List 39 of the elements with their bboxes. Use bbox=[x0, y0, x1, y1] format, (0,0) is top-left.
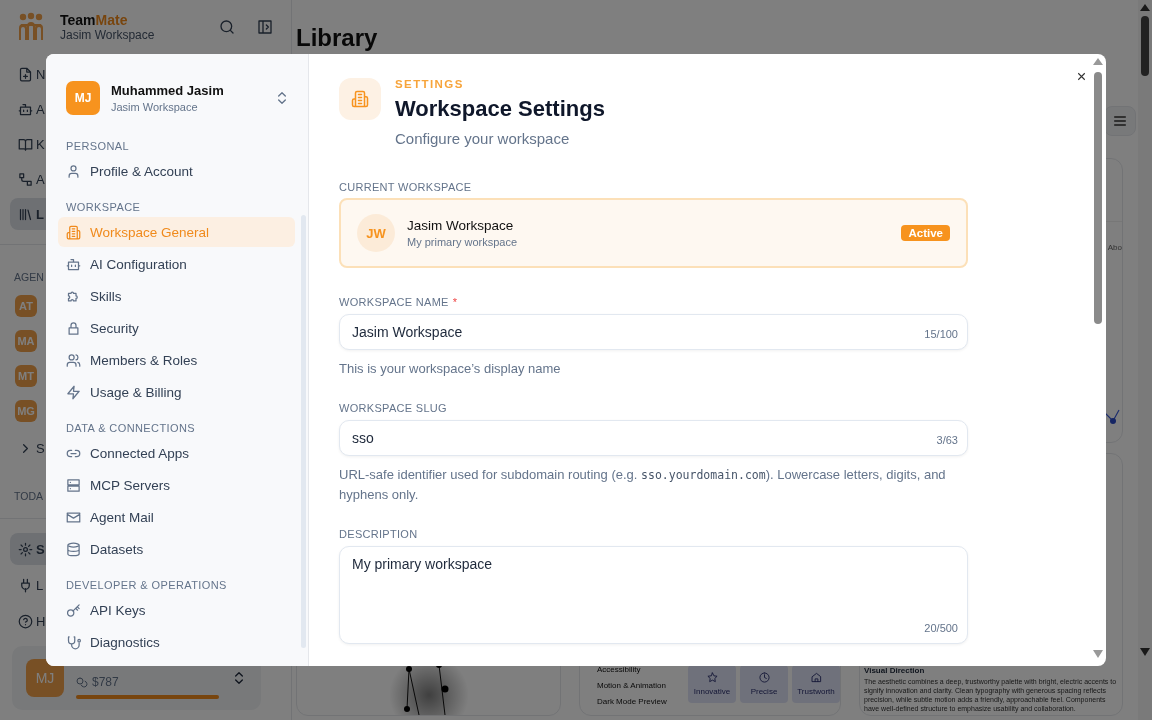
section-heading: TODA bbox=[14, 490, 43, 502]
workspace-name: Jasim Workspace bbox=[407, 218, 515, 233]
section-heading: PERSONAL bbox=[65, 139, 131, 154]
section-heading: WORKSPACE bbox=[65, 200, 142, 215]
character-count: 20/500 bbox=[924, 622, 958, 634]
user-avatar: MJ bbox=[66, 81, 100, 115]
balance: $787 bbox=[92, 675, 119, 689]
help-text: This is your workspace’s display name bbox=[339, 360, 562, 378]
workspace-name: Jasim Workspace bbox=[111, 101, 199, 113]
status-badge: Active bbox=[901, 225, 950, 241]
row-label: Dark Mode Preview bbox=[597, 697, 668, 707]
brand-name: TeamMate bbox=[60, 12, 129, 28]
dialog-title: Workspace Settings bbox=[395, 96, 605, 122]
card-title: Visual Direction bbox=[864, 666, 926, 676]
section-heading: DATA & CONNECTIONS bbox=[65, 421, 197, 436]
user-avatar: MJ bbox=[26, 659, 64, 697]
workspace-avatar: JW bbox=[357, 214, 395, 252]
dialog-subtitle: Configure your workspace bbox=[395, 130, 571, 147]
help-text: URL-safe identifier used for subdomain routing (e.g. sso.yourdomain.com). Lowercase letters, digits, and hyphens only. bbox=[339, 466, 947, 504]
row-label: Accessibility bbox=[597, 665, 642, 675]
workspace-name: Jasim Workspace bbox=[60, 28, 156, 42]
character-count: 15/100 bbox=[924, 328, 958, 340]
field-label: CURRENT WORKSPACE bbox=[339, 181, 473, 193]
trait-label: Trustworth bbox=[797, 687, 835, 696]
eyebrow-label: SETTINGS bbox=[395, 78, 465, 90]
field-label: WORKSPACE SLUG bbox=[339, 402, 447, 414]
field-label: WORKSPACE NAME bbox=[339, 296, 449, 308]
card-text: Abo bbox=[1107, 243, 1122, 252]
trait-label: Innovative bbox=[693, 687, 731, 696]
user-name: Muhammed Jasim bbox=[111, 83, 225, 98]
field-label: DESCRIPTION bbox=[339, 528, 418, 540]
workspace-description: My primary workspace bbox=[407, 236, 519, 248]
page-title: Library bbox=[296, 23, 379, 53]
row-label: Motion & Animation bbox=[597, 681, 667, 691]
section-heading: AGEN bbox=[14, 271, 44, 283]
character-count: 3/63 bbox=[936, 434, 958, 446]
trait-label: Precise bbox=[750, 687, 778, 696]
required-mark: * bbox=[452, 296, 457, 308]
section-heading: DEVELOPER & OPERATIONS bbox=[65, 578, 228, 593]
